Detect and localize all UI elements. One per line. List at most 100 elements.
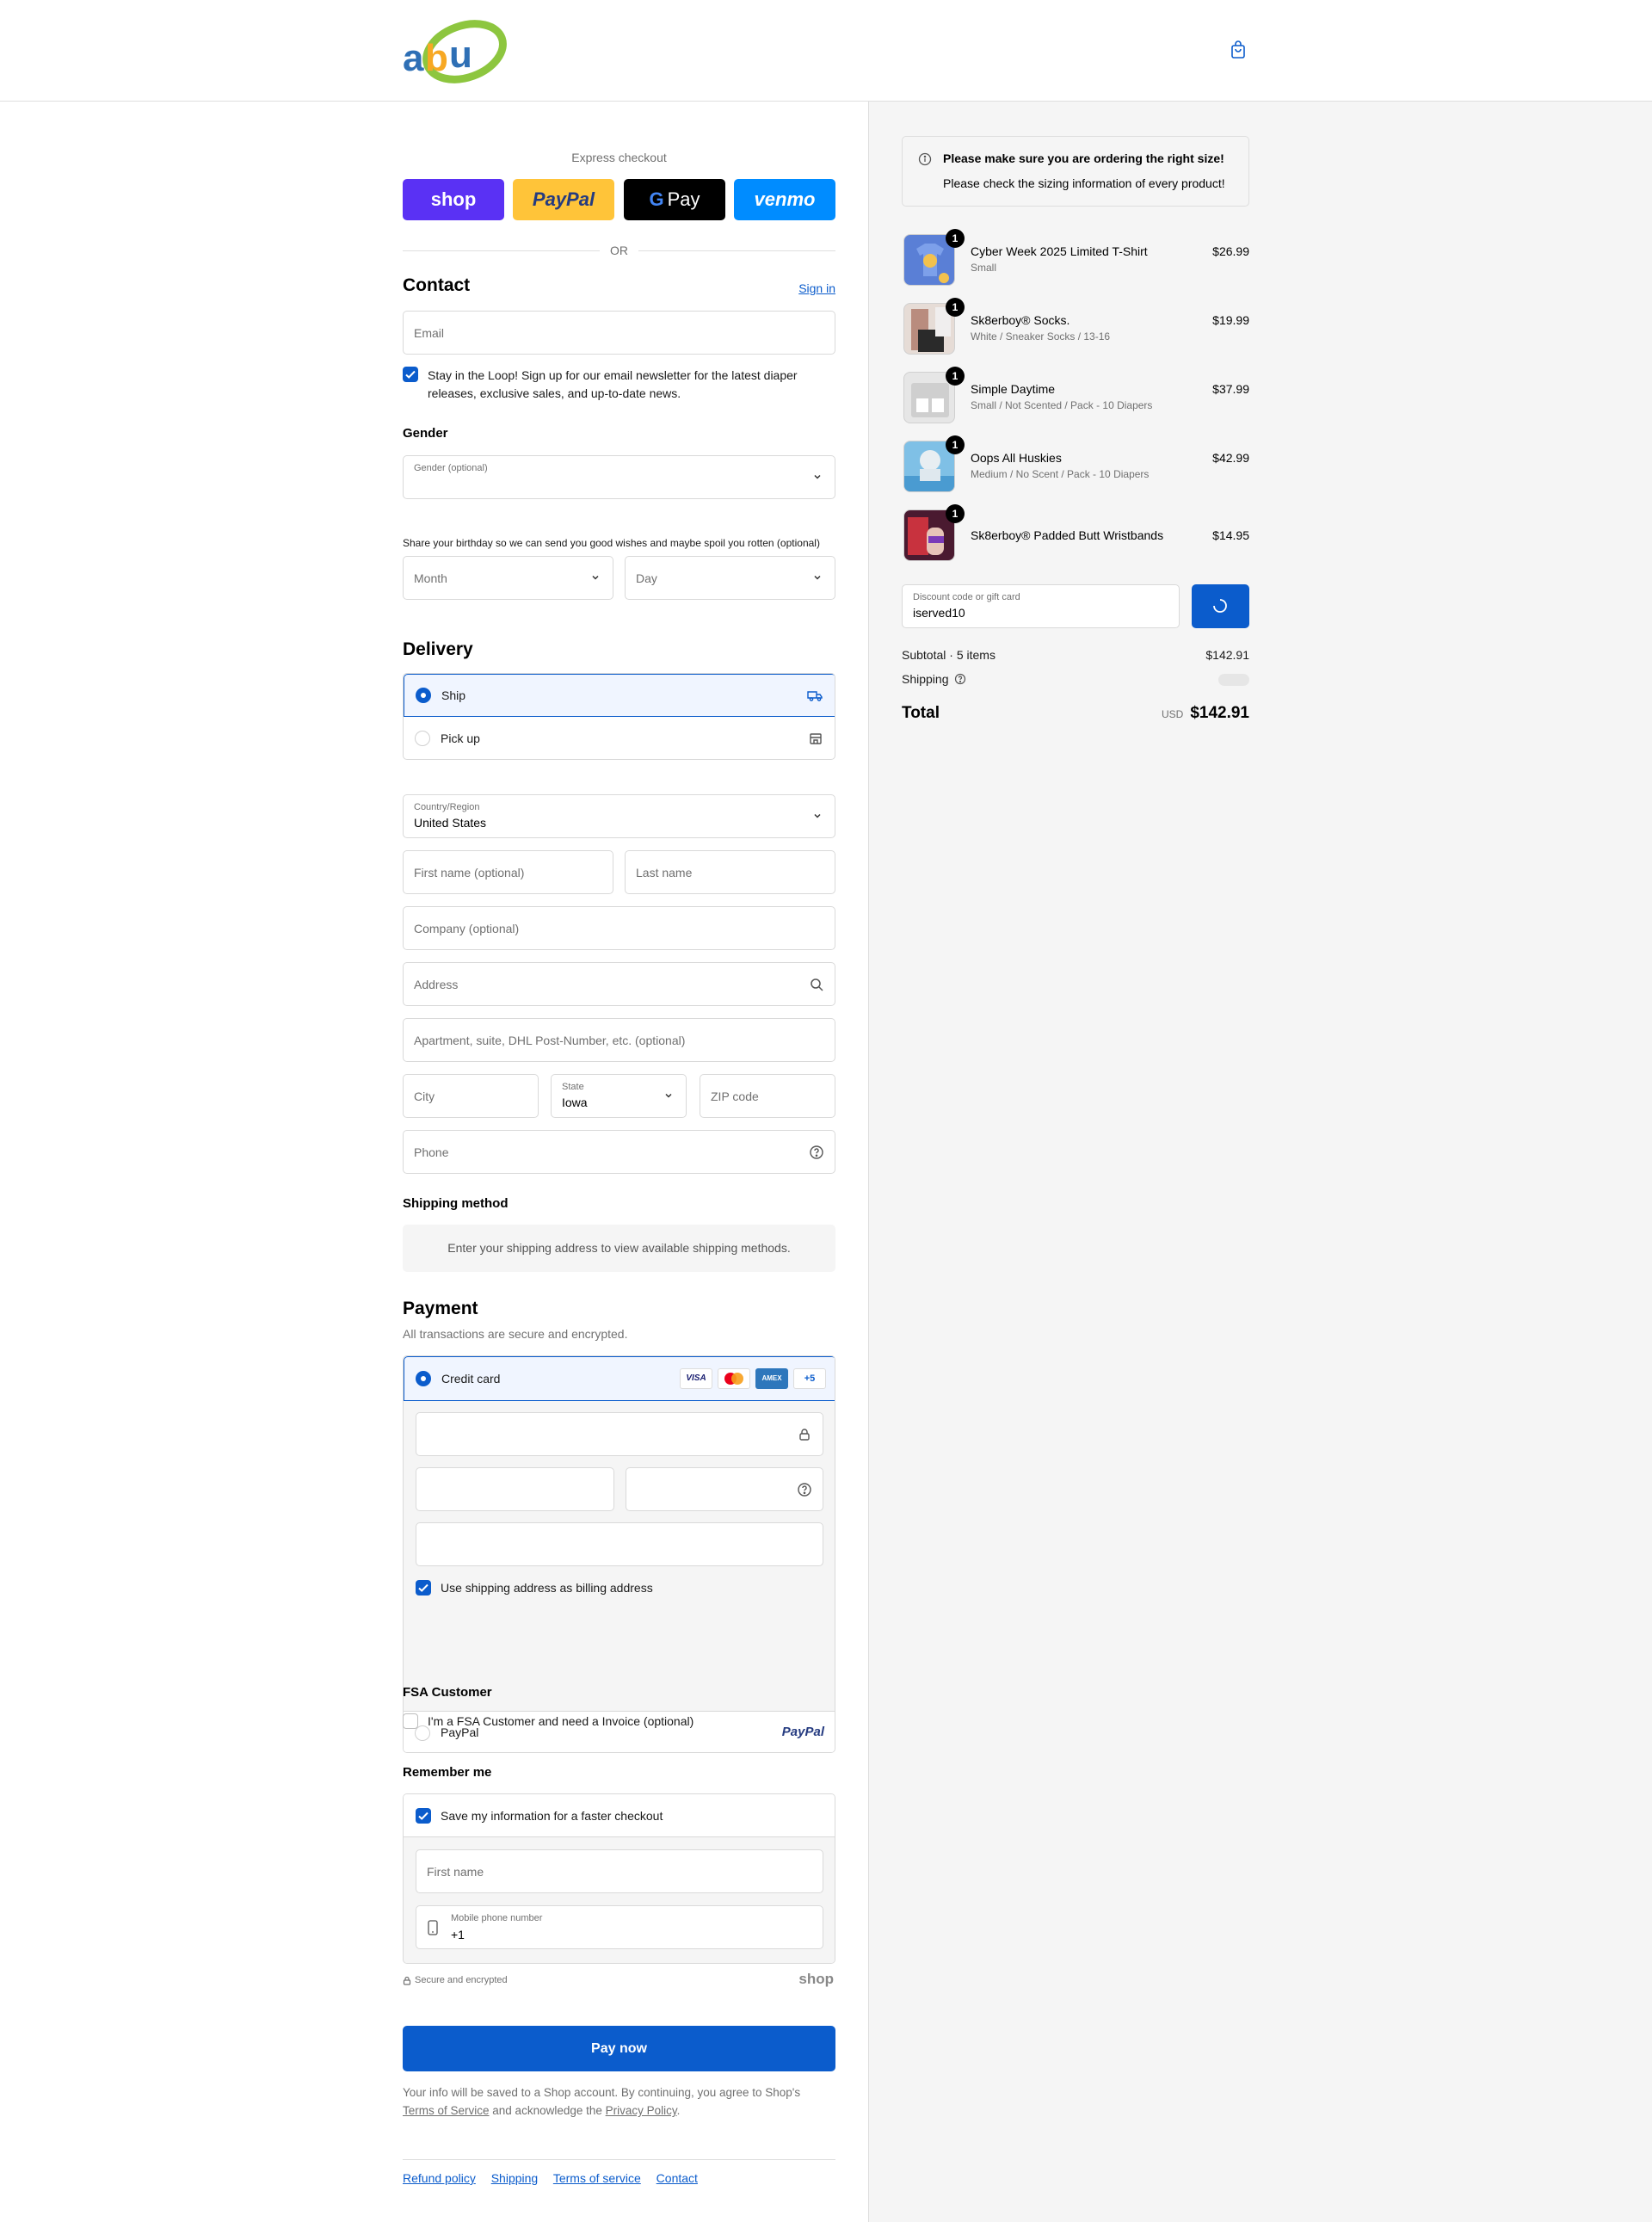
remember-fields: First name Mobile phone number +1 [404, 1837, 835, 1963]
shopping-bag-icon[interactable] [1228, 40, 1248, 60]
delivery-heading: Delivery [403, 639, 473, 659]
payment-heading: Payment [403, 1299, 478, 1318]
item-price: $37.99 [1212, 382, 1249, 396]
help-circle-icon[interactable] [797, 1482, 812, 1497]
birthday-day-select[interactable]: Day [625, 556, 835, 600]
or-divider: OR [403, 244, 835, 257]
shipping-method-heading: Shipping method [403, 1196, 509, 1211]
item-name: Oops All Huskies [971, 451, 1062, 465]
subtotal-label: Subtotal · 5 items [902, 648, 996, 662]
loading-spinner-icon [1213, 599, 1227, 613]
terms-of-service-link[interactable]: Terms of service [553, 2171, 641, 2185]
contact-heading: Contact [403, 275, 471, 295]
expiration-date-field[interactable] [416, 1467, 614, 1511]
shop-pay-button[interactable]: shop [403, 179, 504, 220]
subtotal-value: $142.91 [1205, 648, 1249, 662]
item-name: Simple Daytime [971, 382, 1056, 396]
shipping-method-message: Enter your shipping address to view avai… [403, 1225, 835, 1272]
cart-item: 1 Sk8erboy® Padded Butt Wristbands $14.9… [902, 504, 1249, 563]
security-code-field[interactable] [626, 1467, 823, 1511]
shop-terms-link[interactable]: Terms of Service [403, 2104, 490, 2117]
help-circle-icon[interactable] [954, 673, 966, 685]
card-fields-panel: Use shipping address as billing address [404, 1401, 835, 1711]
ship-radio[interactable] [416, 688, 431, 703]
country-select[interactable]: Country/Region United States [403, 794, 835, 838]
total-label: Total [902, 704, 940, 722]
save-info-row[interactable]: Save my information for a faster checkou… [404, 1794, 835, 1837]
google-g-icon: G [649, 188, 664, 210]
truck-icon [807, 691, 823, 701]
venmo-button[interactable]: venmo [734, 179, 835, 220]
first-name-field[interactable]: First name (optional) [403, 850, 613, 894]
notice-body: Please check the sizing information of e… [943, 176, 1225, 190]
sign-in-link[interactable]: Sign in [798, 281, 835, 295]
quantity-badge: 1 [946, 229, 965, 248]
chevron-down-icon [665, 1093, 672, 1098]
apply-discount-button[interactable] [1192, 584, 1249, 628]
header: a b u [0, 0, 1652, 102]
fsa-label: I'm a FSA Customer and need a Invoice (o… [428, 1714, 694, 1728]
item-name: Sk8erboy® Padded Butt Wristbands [971, 528, 1164, 542]
fsa-checkbox[interactable] [403, 1713, 418, 1729]
abu-logo[interactable]: a b u [403, 17, 508, 84]
item-price: $26.99 [1212, 244, 1249, 258]
item-price: $14.95 [1212, 528, 1249, 542]
quantity-badge: 1 [946, 367, 965, 386]
currency-code: USD [1161, 708, 1184, 720]
credit-card-option[interactable]: Credit card VISA AMEX +5 [404, 1356, 835, 1401]
shop-logo: shop [798, 1971, 834, 1987]
pickup-option[interactable]: Pick up [404, 717, 835, 759]
info-icon [918, 152, 932, 166]
quantity-badge: 1 [946, 298, 965, 317]
newsletter-label: Stay in the Loop! Sign up for our email … [428, 368, 798, 400]
item-name: Cyber Week 2025 Limited T-Shirt [971, 244, 1148, 258]
help-circle-icon[interactable] [809, 1145, 824, 1160]
state-select[interactable]: State Iowa [551, 1074, 687, 1118]
visa-icon: VISA [680, 1368, 712, 1389]
billing-same-checkbox[interactable] [416, 1580, 431, 1596]
google-pay-button[interactable]: G Pay [624, 179, 725, 220]
birthday-month-select[interactable]: Month [403, 556, 613, 600]
cart-item: 1 Cyber Week 2025 Limited T-Shirt Small … [902, 229, 1249, 287]
mobile-phone-icon [428, 1920, 438, 1935]
credit-card-radio[interactable] [416, 1371, 431, 1386]
company-field[interactable]: Company (optional) [403, 906, 835, 950]
privacy-policy-link[interactable]: Privacy Policy [606, 2104, 677, 2117]
gender-select[interactable]: Gender (optional) [403, 455, 835, 499]
total-value: $142.91 [1190, 704, 1249, 722]
lock-icon [403, 1976, 411, 1985]
pickup-radio[interactable] [415, 731, 430, 746]
lock-icon [799, 1429, 810, 1441]
ship-option[interactable]: Ship [404, 674, 835, 717]
remember-me-heading: Remember me [403, 1765, 492, 1780]
name-on-card-field[interactable] [416, 1522, 823, 1566]
city-field[interactable]: City [403, 1074, 539, 1118]
address-field[interactable]: Address [403, 962, 835, 1006]
payment-subtitle: All transactions are secure and encrypte… [403, 1327, 628, 1341]
email-field[interactable]: Email [403, 311, 835, 355]
remember-first-name-field[interactable]: First name [416, 1849, 823, 1893]
shipping-link[interactable]: Shipping [491, 2171, 539, 2185]
discount-code-field[interactable]: Discount code or gift card iserved10 [902, 584, 1180, 628]
phone-field[interactable]: Phone [403, 1130, 835, 1174]
paypal-button[interactable]: PayPal [513, 179, 614, 220]
item-name: Sk8erboy® Socks. [971, 313, 1070, 327]
delivery-method-group: Ship Pick up [403, 673, 835, 760]
mobile-phone-field[interactable]: Mobile phone number +1 [416, 1905, 823, 1949]
search-icon [811, 978, 823, 991]
save-info-checkbox[interactable] [416, 1808, 431, 1824]
chevron-down-icon [814, 474, 821, 479]
pay-now-button[interactable]: Pay now [403, 2026, 835, 2071]
apartment-field[interactable]: Apartment, suite, DHL Post-Number, etc. … [403, 1018, 835, 1062]
remember-me-box: Save my information for a faster checkou… [403, 1793, 835, 1964]
billing-same-label: Use shipping address as billing address [441, 1581, 653, 1595]
refund-policy-link[interactable]: Refund policy [403, 2171, 476, 2185]
newsletter-checkbox[interactable] [403, 367, 418, 382]
card-number-field[interactable] [416, 1412, 823, 1456]
contact-link[interactable]: Contact [656, 2171, 698, 2185]
birthday-note: Share your birthday so we can send you g… [403, 537, 820, 549]
last-name-field[interactable]: Last name [625, 850, 835, 894]
checkmark-icon [405, 370, 416, 379]
size-notice: Please make sure you are ordering the ri… [902, 136, 1249, 207]
zip-field[interactable]: ZIP code [700, 1074, 835, 1118]
